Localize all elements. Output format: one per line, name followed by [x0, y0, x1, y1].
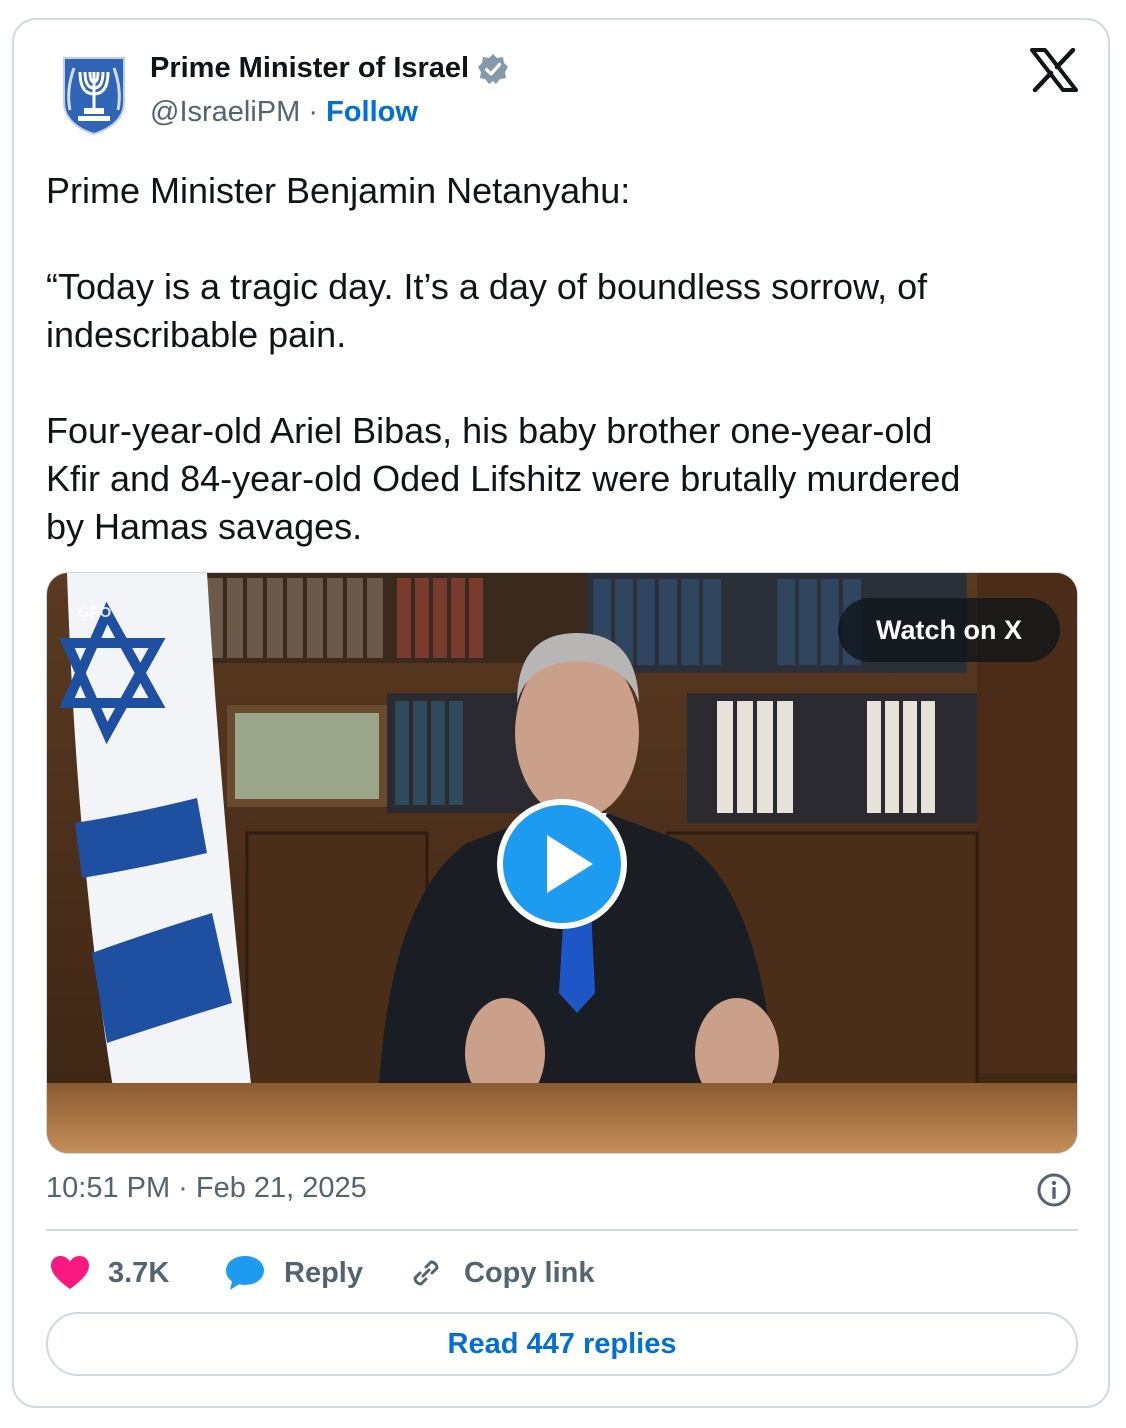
play-icon — [497, 799, 627, 929]
reply-label: Reply — [284, 1256, 363, 1289]
play-button[interactable] — [495, 797, 629, 931]
name-row: Prime Minister of Israel — [150, 52, 509, 85]
tweet-text: Prime Minister Benjamin Netanyahu: “Toda… — [46, 170, 961, 547]
israel-emblem-icon — [63, 57, 125, 136]
x-logo-icon[interactable] — [1030, 47, 1078, 93]
info-icon[interactable] — [1036, 1172, 1072, 1208]
gpo-watermark: GPO — [78, 604, 112, 621]
heart-icon — [51, 1256, 89, 1289]
follow-button[interactable]: Follow — [326, 96, 418, 128]
like-count: 3.7K — [108, 1256, 170, 1289]
divider — [46, 1229, 1078, 1231]
account-avatar[interactable] — [50, 50, 138, 138]
account-name[interactable]: Prime Minister of Israel — [150, 52, 469, 85]
reply-button[interactable]: Reply — [224, 1250, 363, 1296]
like-button[interactable]: 3.7K — [50, 1250, 169, 1296]
verified-badge-icon — [477, 53, 509, 85]
handle-row: @IsraeliPM · Follow — [150, 96, 418, 129]
watch-on-x-button[interactable]: Watch on X — [838, 598, 1060, 662]
tweet-timestamp[interactable]: 10:51 PM · Feb 21, 2025 — [46, 1172, 367, 1205]
handle-separator: · — [300, 96, 327, 128]
copy-link-label: Copy link — [464, 1256, 595, 1289]
link-icon — [413, 1260, 439, 1286]
copy-link-button[interactable]: Copy link — [406, 1250, 595, 1296]
account-handle[interactable]: @IsraeliPM — [150, 96, 300, 128]
speech-bubble-icon — [226, 1256, 264, 1290]
read-replies-button[interactable]: Read 447 replies — [46, 1312, 1078, 1376]
